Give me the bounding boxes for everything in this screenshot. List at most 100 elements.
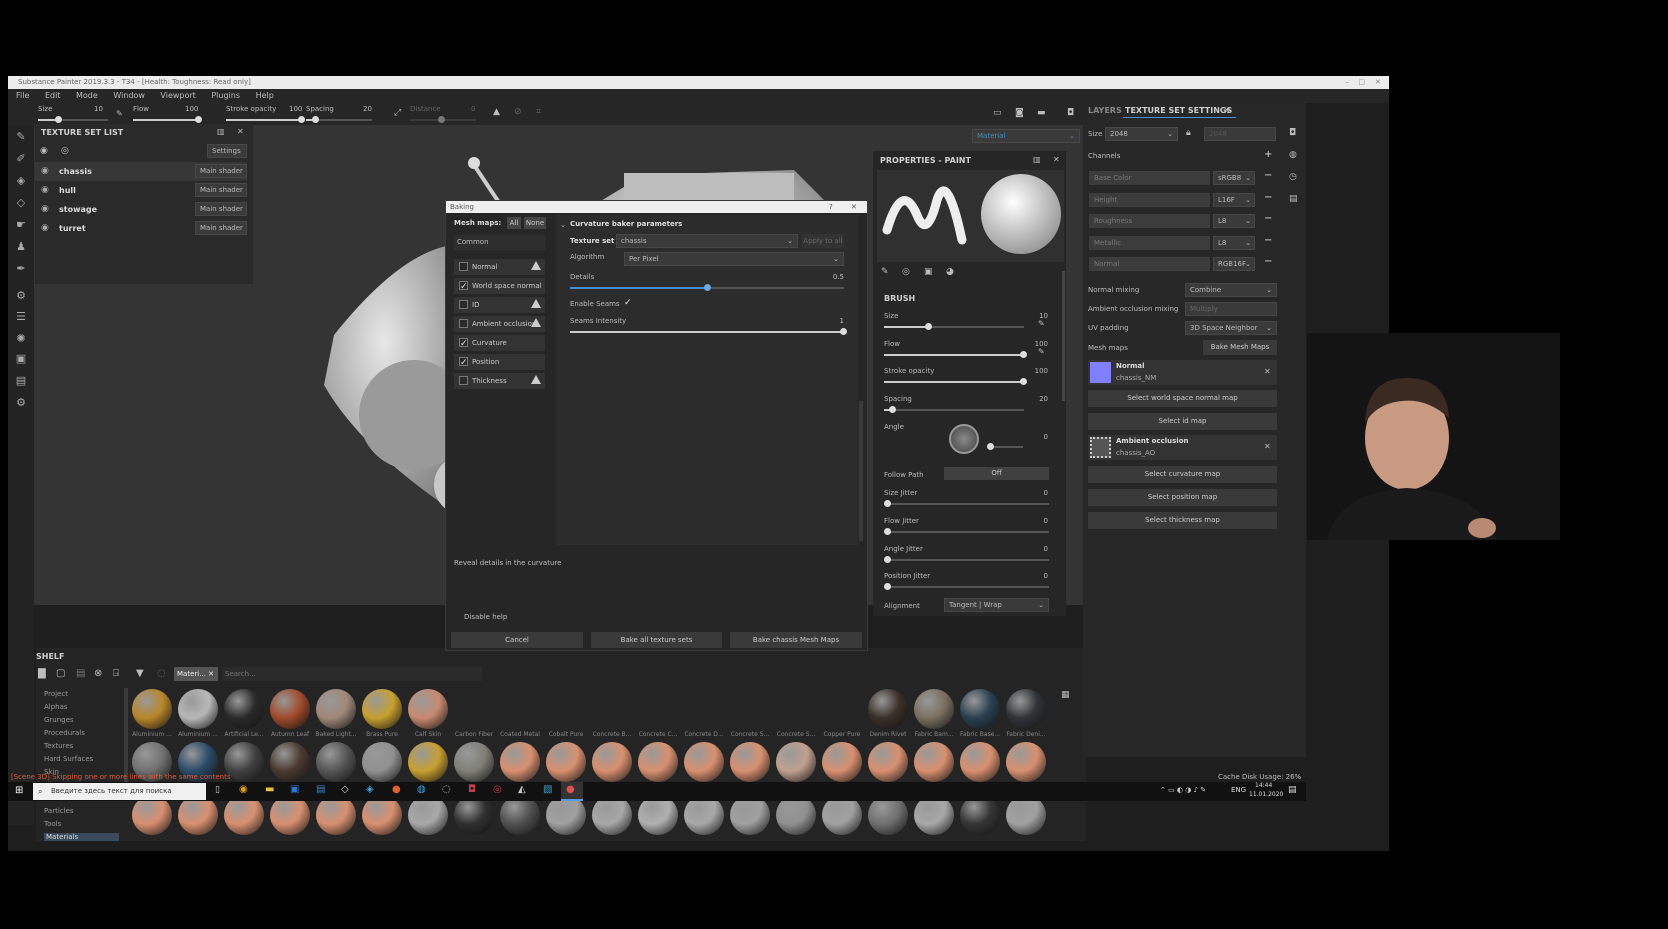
material-thumbnail[interactable] [362, 742, 402, 782]
category-item[interactable]: Grunges [44, 716, 74, 724]
channel-row[interactable]: Base Color [1089, 171, 1210, 185]
menu-edit[interactable]: Edit [45, 91, 61, 100]
brush-flow-slider[interactable] [884, 351, 1027, 358]
material-thumbnail[interactable] [776, 742, 816, 782]
channel-format-dropdown[interactable]: L16F ⌄ [1213, 192, 1255, 207]
texture-set-row-turret[interactable]: ◉ turret Main shader [35, 219, 247, 238]
material-thumbnail[interactable] [316, 795, 356, 835]
bake-chassis-button[interactable]: Bake chassis Mesh Maps [730, 632, 862, 648]
category-item[interactable]: Particles [44, 807, 74, 815]
clock-time[interactable]: 14:44 [1255, 782, 1272, 789]
folder-icon[interactable]: ▇ [38, 668, 46, 679]
material-thumbnail[interactable] [960, 742, 1000, 782]
channel-row[interactable]: Normal [1089, 257, 1210, 271]
tab-texture-set-settings[interactable]: TEXTURE SET SETTINGS [1125, 106, 1232, 115]
brush-angle-value[interactable]: 0 [1018, 433, 1048, 441]
help-icon[interactable]: ? [829, 201, 833, 213]
mesh-map-row[interactable]: ID [454, 297, 545, 313]
notifications-icon[interactable]: ▤ [1288, 785, 1297, 795]
size-linked-field[interactable]: 2048 [1204, 127, 1276, 141]
seams-intensity-slider[interactable] [570, 328, 847, 335]
shader-dropdown[interactable]: Main shader [195, 183, 247, 197]
enable-seams-checkbox[interactable]: ✓ [624, 298, 632, 308]
video-icon[interactable]: ▬ [1037, 108, 1046, 118]
painter-taskbar-button[interactable]: ● [561, 782, 583, 801]
channel-format-dropdown[interactable]: sRGB8 ⌄ [1213, 171, 1255, 185]
flow-jitter-slider[interactable] [884, 528, 1049, 535]
menu-viewport[interactable]: Viewport [160, 91, 195, 100]
eye-icon[interactable]: ◉ [41, 219, 49, 238]
stroke-opacity-slider[interactable] [226, 116, 305, 123]
history-icon[interactable]: ◷ [1289, 172, 1297, 182]
material-thumbnail[interactable] [316, 689, 356, 729]
mesh-map-checkbox[interactable] [459, 336, 468, 352]
mesh-map-checkbox[interactable] [459, 319, 468, 328]
plugins-icon[interactable]: ⚙ [15, 397, 27, 409]
size-jitter-value[interactable]: 0 [1018, 489, 1048, 497]
menu-help[interactable]: Help [256, 91, 274, 100]
dialog-close-icon[interactable]: ✕ [851, 201, 857, 213]
ao-map-slot[interactable]: Ambient occlusion chassis_AO ✕ [1088, 435, 1277, 460]
mail-icon[interactable]: ▣ [290, 784, 299, 795]
angle-jitter-value[interactable]: 0 [1018, 545, 1048, 553]
select-all-button[interactable]: All [507, 217, 521, 229]
color-picker-icon[interactable]: ✒ [15, 263, 27, 275]
material-thumbnail[interactable] [132, 795, 172, 835]
material-thumbnail[interactable] [132, 689, 172, 729]
channel-format-dropdown[interactable]: L8 ⌄ [1213, 235, 1255, 250]
texture-set-row-stowage[interactable]: ◉ stowage Main shader [35, 200, 247, 219]
taskbar-search-box[interactable]: ⌕ Введите здесь текст для поиска [33, 783, 206, 800]
remove-map-icon[interactable]: ✕ [1264, 442, 1271, 451]
channel-format-dropdown[interactable]: RGB16F ⌄ [1213, 257, 1255, 271]
alpha-tab-icon[interactable]: ◎ [902, 267, 910, 277]
menu-window[interactable]: Window [113, 91, 145, 100]
material-thumbnail[interactable] [730, 742, 770, 782]
remove-channel-icon[interactable]: − [1264, 213, 1272, 224]
select-none-button[interactable]: None [524, 217, 546, 229]
flow-value[interactable]: 100 [185, 105, 198, 113]
brush-spacing-value[interactable]: 20 [1018, 395, 1048, 403]
brush-tab-icon[interactable]: ✎ [881, 267, 889, 277]
material-thumbnail[interactable] [914, 795, 954, 835]
chrome-icon[interactable]: ◉ [239, 784, 248, 795]
designer-icon[interactable]: ▧ [543, 784, 552, 795]
disable-help-link[interactable]: Disable help [464, 613, 507, 621]
category-item[interactable]: Tools [44, 820, 61, 828]
properties-scrollbar[interactable] [1062, 271, 1065, 401]
select-wsn-map-button[interactable]: Select world space normal map [1088, 390, 1277, 407]
angle-jitter-slider[interactable] [884, 556, 1049, 563]
snap-icon[interactable]: ⌗ [536, 107, 541, 117]
material-thumbnail[interactable] [500, 742, 540, 782]
telegram-icon[interactable]: ◈ [366, 784, 374, 795]
remove-channel-icon[interactable]: − [1264, 256, 1272, 267]
material-thumbnail[interactable] [638, 742, 678, 782]
camera-layout-icon[interactable]: ▭ [993, 108, 1002, 118]
hide-icon[interactable]: ⊗ [94, 668, 102, 679]
lazy-mouse-icon[interactable]: ⤢ [394, 108, 401, 118]
material-thumbnail[interactable] [592, 795, 632, 835]
details-slider[interactable] [570, 284, 844, 291]
language-indicator[interactable]: ENG [1231, 786, 1246, 794]
material-thumbnail[interactable] [500, 795, 540, 835]
channel-row[interactable]: Roughness [1089, 214, 1210, 228]
material-thumbnail[interactable] [270, 689, 310, 729]
distance-value[interactable]: 0 [471, 105, 475, 113]
mirror-icon[interactable]: ⊘ [514, 107, 522, 117]
apply-to-all-button[interactable]: Apply to all [802, 234, 844, 248]
material-thumbnail[interactable] [1006, 742, 1046, 782]
category-item[interactable]: Hard Surfaces [44, 755, 93, 763]
algorithm-dropdown[interactable]: Per Pixel ⌄ [624, 252, 844, 266]
mesh-map-checkbox[interactable] [459, 300, 468, 309]
solo-icon[interactable]: ◎ [61, 146, 69, 156]
normal-mixing-dropdown[interactable]: Combine ⌄ [1185, 283, 1277, 297]
common-section[interactable]: Common [454, 235, 545, 250]
material-thumbnail[interactable] [178, 795, 218, 835]
mesh-map-checkbox[interactable] [459, 279, 468, 295]
photoshop-icon[interactable]: ▣ [15, 353, 27, 365]
photoshop-icon[interactable]: ▤ [316, 784, 325, 795]
substance-icon[interactable]: ◘ [468, 784, 476, 795]
unity-icon[interactable]: ◭ [518, 784, 526, 795]
bake-mesh-maps-button[interactable]: Bake Mesh Maps [1203, 340, 1277, 355]
paint-brush-icon[interactable]: ✎ [15, 131, 27, 143]
shader-dropdown[interactable]: Main shader [195, 221, 247, 235]
